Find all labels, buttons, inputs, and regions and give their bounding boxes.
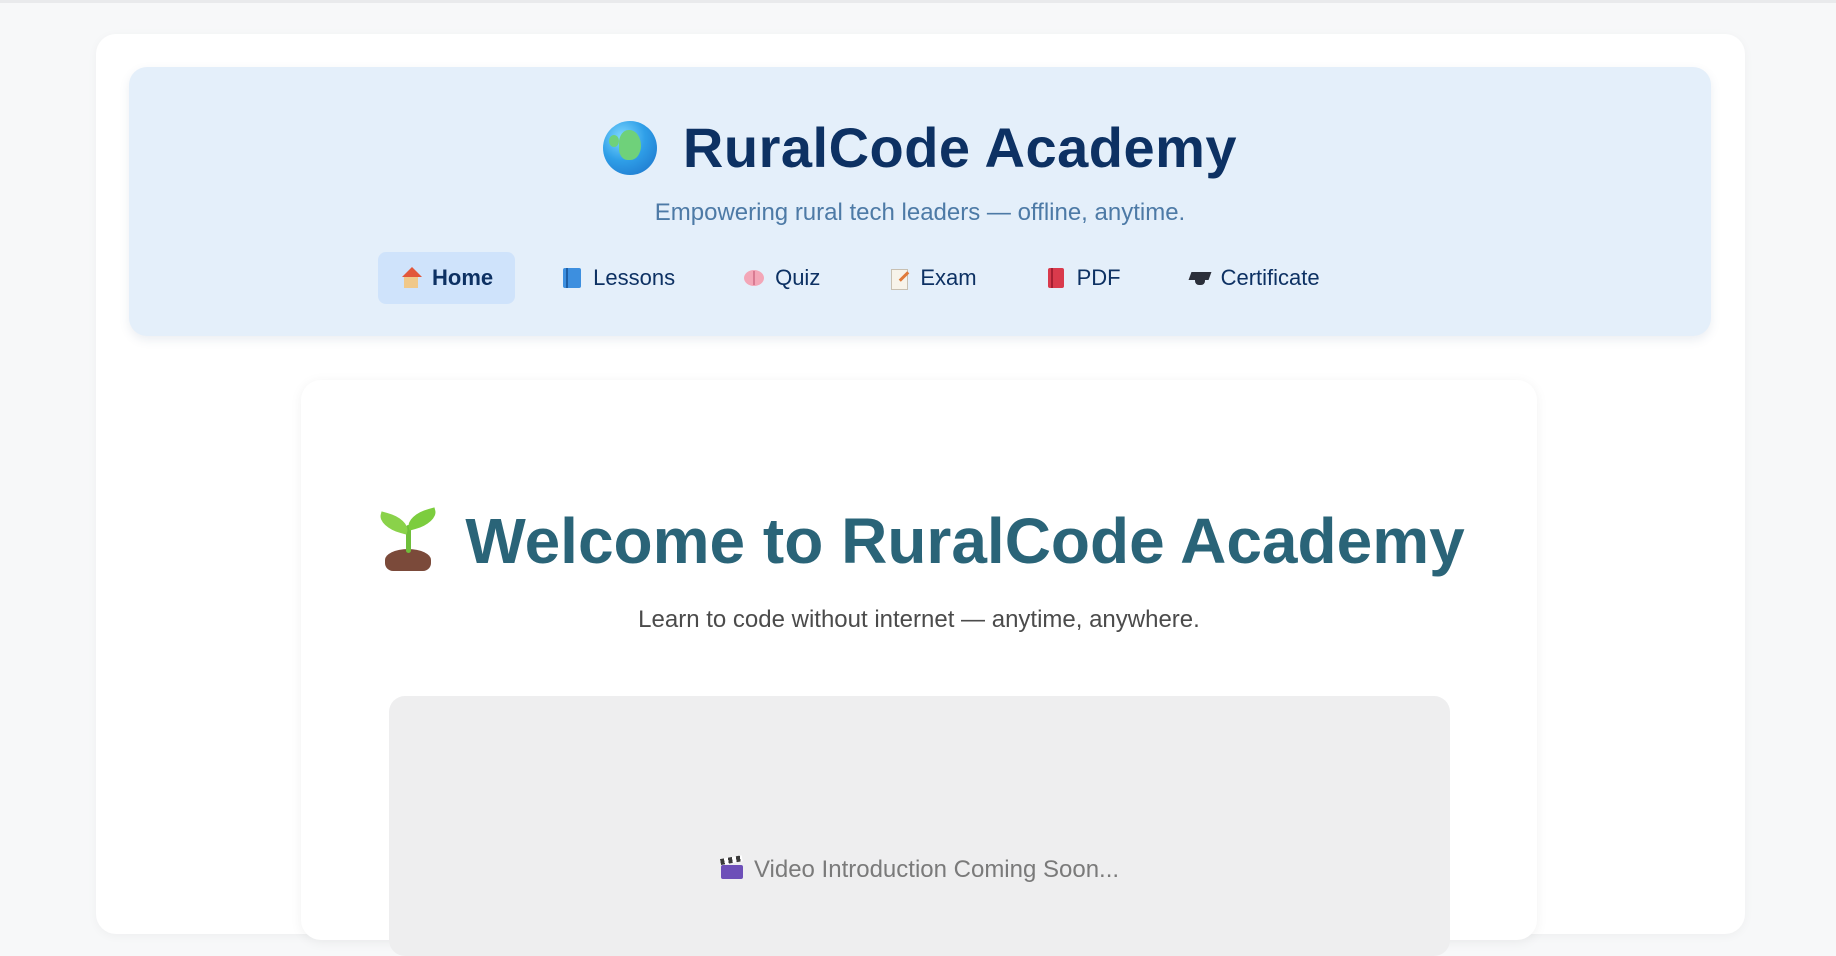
nav-item-label: Certificate bbox=[1220, 265, 1320, 290]
globe-icon bbox=[602, 121, 657, 175]
nav-item-lessons[interactable]: Lessons bbox=[539, 252, 697, 304]
video-label: Video Introduction Coming Soon... bbox=[389, 856, 1450, 884]
book-icon bbox=[561, 267, 583, 289]
site-header: RuralCode Academy Empowering rural tech … bbox=[129, 67, 1711, 336]
site-title-text: RuralCode Academy bbox=[682, 116, 1238, 179]
welcome-title-text: Welcome to RuralCode Academy bbox=[465, 505, 1465, 577]
nav-item-certificate[interactable]: Certificate bbox=[1167, 252, 1342, 304]
welcome-subtitle: Learn to code without internet — anytime… bbox=[638, 606, 1200, 633]
welcome-card: Welcome to RuralCode Academy Learn to co… bbox=[301, 380, 1537, 956]
site-title: RuralCode Academy bbox=[129, 115, 1711, 180]
nav-item-label: Lessons bbox=[593, 265, 676, 290]
graduation-cap-icon bbox=[1189, 267, 1211, 289]
nav-item-exam[interactable]: Exam bbox=[866, 252, 998, 304]
top-divider bbox=[0, 0, 1836, 3]
site-tagline: Empowering rural tech leaders — offline,… bbox=[654, 199, 1186, 226]
house-icon bbox=[400, 267, 422, 289]
nav-item-home[interactable]: Home bbox=[378, 252, 516, 304]
nav-item-pdf[interactable]: PDF bbox=[1023, 252, 1143, 304]
nav-item-label: Exam bbox=[920, 265, 977, 290]
memo-icon bbox=[888, 267, 910, 290]
video-label-text: Video Introduction Coming Soon... bbox=[753, 856, 1120, 883]
nav-item-label: Home bbox=[432, 265, 494, 290]
video-placeholder: Video Introduction Coming Soon... bbox=[389, 696, 1450, 956]
seedling-icon bbox=[373, 507, 439, 573]
clapper-icon bbox=[720, 858, 744, 880]
nav-item-label: Quiz bbox=[775, 265, 821, 290]
red-book-icon bbox=[1045, 267, 1067, 289]
nav-item-quiz[interactable]: Quiz bbox=[721, 252, 842, 304]
brain-icon bbox=[743, 267, 765, 289]
nav-item-label: PDF bbox=[1076, 265, 1121, 290]
welcome-title: Welcome to RuralCode Academy bbox=[301, 504, 1537, 578]
main-nav: Home Lessons Quiz Exam PDF Certificate bbox=[378, 252, 1366, 304]
